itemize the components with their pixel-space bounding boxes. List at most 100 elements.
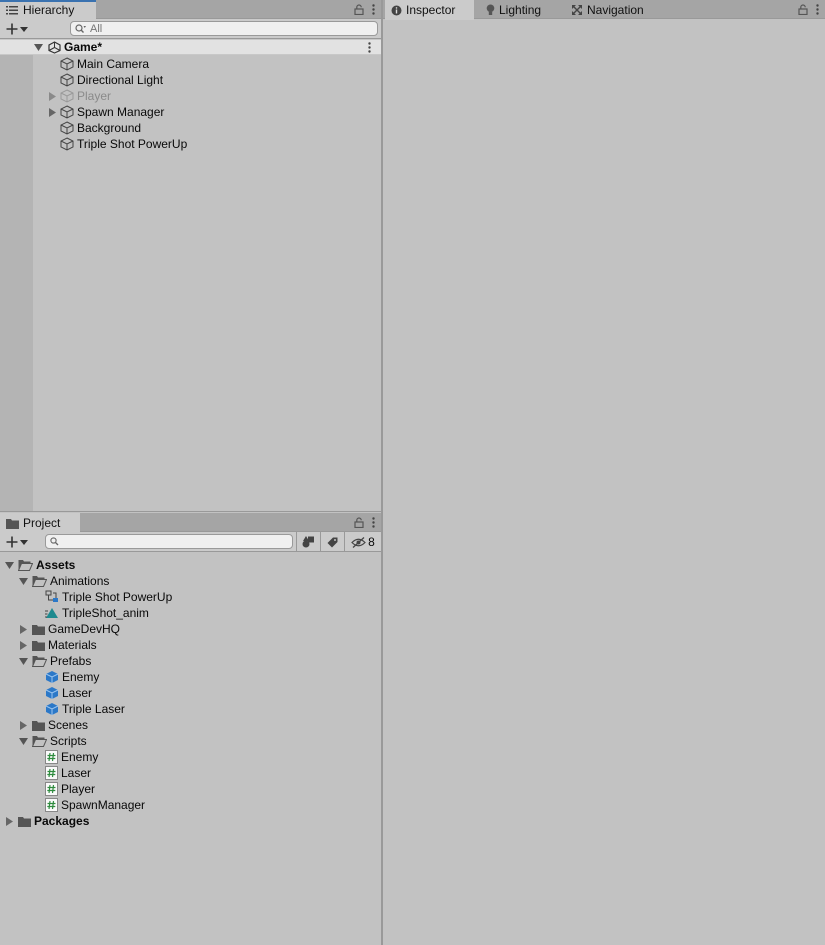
tree-item-prefabs[interactable]: Prefabs	[17, 653, 91, 669]
info-icon	[391, 5, 402, 16]
tag-icon	[327, 537, 338, 548]
hierarchy-item-player[interactable]: Player	[46, 88, 111, 104]
lock-icon[interactable]	[354, 4, 364, 15]
tree-item-scripts[interactable]: Scripts	[17, 733, 87, 749]
plus-icon	[6, 536, 18, 548]
hierarchy-gutter	[0, 40, 33, 512]
item-label: Materials	[48, 638, 97, 652]
item-label: Scripts	[50, 734, 87, 748]
tree-item-player-script[interactable]: Player	[45, 781, 95, 797]
collapsed-arrow-icon[interactable]	[17, 621, 29, 637]
expanded-arrow-icon[interactable]	[17, 653, 29, 669]
tree-item-spawnmanager-script[interactable]: SpawnManager	[45, 797, 145, 813]
caret-down-icon	[20, 539, 28, 545]
hierarchy-search[interactable]	[70, 21, 378, 36]
hierarchy-panel: Hierarchy Game*	[0, 0, 381, 512]
open-folder-icon	[18, 559, 33, 571]
tree-item-animations[interactable]: Animations	[17, 573, 109, 589]
gameobject-cube-icon	[60, 73, 74, 87]
item-label: SpawnManager	[61, 798, 146, 812]
item-label: Prefabs	[50, 654, 92, 668]
tab-lighting[interactable]: Lighting	[480, 0, 547, 19]
kebab-menu-icon[interactable]	[372, 517, 375, 528]
tree-item-laser-prefab[interactable]: Laser	[45, 685, 92, 701]
shapes-filter-icon	[302, 536, 315, 548]
project-search-input[interactable]	[62, 535, 292, 548]
hierarchy-search-input[interactable]	[90, 22, 377, 35]
item-label: Triple Shot PowerUp	[62, 590, 173, 604]
search-icon	[75, 23, 87, 34]
tree-item-assets[interactable]: Assets	[3, 557, 75, 573]
tree-item-materials[interactable]: Materials	[17, 637, 97, 653]
collapsed-arrow-icon[interactable]	[46, 88, 58, 104]
search-by-type-button[interactable]	[296, 532, 320, 552]
create-asset-button[interactable]	[4, 533, 34, 551]
expanded-arrow-icon[interactable]	[32, 39, 44, 55]
tab-navigation[interactable]: Navigation	[565, 0, 650, 19]
hierarchy-tabbar: Hierarchy	[0, 0, 381, 20]
tree-item-enemy-prefab[interactable]: Enemy	[45, 669, 99, 685]
tree-item-packages[interactable]: Packages	[3, 813, 89, 829]
inspector-panel: Inspector Lighting Navigation	[383, 0, 825, 945]
csharp-script-icon	[45, 750, 58, 764]
hierarchy-toolbar	[0, 19, 381, 39]
search-icon	[50, 537, 59, 546]
hierarchy-item-spawn-manager[interactable]: Spawn Manager	[46, 104, 164, 120]
tree-item-tripleshot-anim[interactable]: TripleShot_anim	[45, 605, 149, 621]
tab-hierarchy-label: Hierarchy	[23, 3, 75, 17]
tree-item-gamedevhq[interactable]: GameDevHQ	[17, 621, 120, 637]
item-label: GameDevHQ	[48, 622, 121, 636]
collapsed-arrow-icon[interactable]	[46, 104, 58, 120]
collapsed-arrow-icon[interactable]	[17, 717, 29, 733]
csharp-script-icon	[45, 798, 58, 812]
hidden-package-count: 8	[368, 535, 375, 549]
item-label: Main Camera	[77, 57, 150, 71]
tab-lighting-label: Lighting	[499, 2, 542, 17]
hierarchy-item-background[interactable]: Background	[46, 120, 141, 136]
expanded-arrow-icon[interactable]	[3, 557, 15, 573]
navigation-arrows-icon	[571, 4, 583, 16]
scene-kebab-icon[interactable]	[368, 42, 371, 53]
tree-item-scenes[interactable]: Scenes	[17, 717, 88, 733]
item-label: Background	[77, 121, 142, 135]
hierarchy-item-triple-shot-powerup[interactable]: Triple Shot PowerUp	[46, 136, 187, 152]
lock-icon[interactable]	[798, 4, 808, 15]
tab-project[interactable]: Project	[0, 513, 80, 533]
hidden-packages-toggle[interactable]: 8	[344, 532, 381, 552]
unity-scene-icon	[48, 40, 61, 54]
collapsed-arrow-icon[interactable]	[3, 813, 15, 829]
create-button[interactable]	[4, 20, 34, 38]
lock-icon[interactable]	[354, 517, 364, 528]
tab-inspector-label: Inspector	[406, 3, 456, 17]
gameobject-cube-icon	[60, 57, 74, 71]
tree-item-enemy-script[interactable]: Enemy	[45, 749, 98, 765]
project-panel: Project 8 Assets Animations Triple Shot …	[0, 512, 381, 945]
tree-item-triple-shot-powerup-controller[interactable]: Triple Shot PowerUp	[45, 589, 172, 605]
tab-hierarchy[interactable]: Hierarchy	[0, 0, 96, 20]
tree-item-laser-script[interactable]: Laser	[45, 765, 91, 781]
animator-controller-icon	[45, 590, 59, 604]
eye-slash-icon	[351, 536, 367, 548]
prefab-cube-icon	[45, 686, 59, 700]
search-by-label-button[interactable]	[320, 532, 344, 552]
hierarchy-item-main-camera[interactable]: Main Camera	[46, 56, 149, 72]
list-icon	[6, 5, 19, 16]
item-label: Animations	[50, 574, 110, 588]
tree-item-triple-laser-prefab[interactable]: Triple Laser	[45, 701, 125, 717]
expanded-arrow-icon[interactable]	[17, 573, 29, 589]
tab-inspector[interactable]: Inspector	[385, 0, 474, 20]
kebab-menu-icon[interactable]	[372, 4, 375, 15]
folder-icon	[6, 518, 19, 529]
expanded-arrow-icon[interactable]	[17, 733, 29, 749]
animation-clip-icon	[45, 606, 59, 620]
hierarchy-item-directional-light[interactable]: Directional Light	[46, 72, 163, 88]
project-search[interactable]	[45, 534, 293, 549]
item-label: Laser	[62, 686, 93, 700]
open-folder-icon	[32, 735, 47, 747]
csharp-script-icon	[45, 782, 58, 796]
prefab-cube-icon	[45, 702, 59, 716]
collapsed-arrow-icon[interactable]	[17, 637, 29, 653]
item-label: Laser	[61, 766, 92, 780]
kebab-menu-icon[interactable]	[816, 4, 819, 15]
scene-header-row[interactable]: Game*	[0, 39, 381, 55]
